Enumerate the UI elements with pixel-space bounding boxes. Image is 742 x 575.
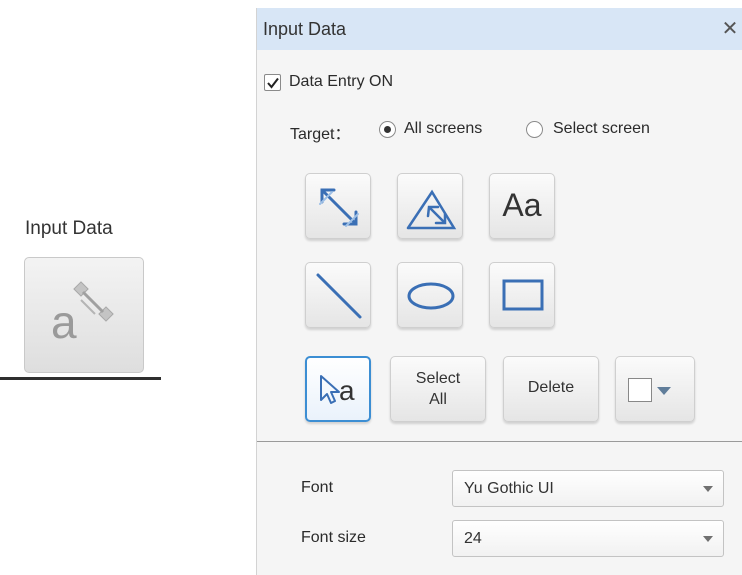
ellipse-icon	[407, 282, 455, 310]
pointer-text-label: a	[339, 375, 355, 406]
target-row: Target： All screens Select screen	[257, 118, 742, 143]
select-all-label: Select All	[391, 368, 485, 410]
select-tool-button[interactable]: a	[305, 356, 371, 422]
text-tool-button[interactable]: Aa	[489, 173, 555, 239]
dimension-tool-button[interactable]	[305, 173, 371, 239]
color-picker-button[interactable]	[615, 356, 695, 422]
font-size-label: Font size	[301, 529, 366, 546]
close-icon[interactable]: ✕	[719, 16, 741, 41]
input-data-icon: a	[51, 281, 114, 348]
color-swatch	[628, 378, 652, 402]
chevron-down-icon	[703, 536, 713, 542]
text-tool-label: Aa	[502, 187, 542, 223]
input-data-ribbon-button[interactable]: a	[24, 257, 144, 373]
font-size-select-value: 24	[464, 530, 482, 547]
panel-title: Input Data	[263, 19, 347, 39]
radio-all-screens-label[interactable]: All screens	[404, 120, 482, 138]
select-all-line1: Select	[415, 370, 461, 387]
ribbon-underline	[0, 377, 161, 380]
line-icon	[316, 273, 362, 319]
radio-select-screen-label[interactable]: Select screen	[553, 120, 650, 138]
font-select[interactable]: Yu Gothic UI	[452, 470, 724, 507]
pointer-icon	[320, 375, 340, 404]
svg-text:a: a	[51, 296, 77, 348]
divider	[257, 441, 742, 442]
font-select-value: Yu Gothic UI	[464, 480, 554, 497]
rectangle-tool-button[interactable]	[489, 262, 555, 328]
input-data-panel: Input Data ✕ Data Entry ON Target： All s…	[256, 8, 742, 575]
radio-select-screen[interactable]	[526, 121, 543, 138]
checkmark-icon	[267, 77, 279, 89]
rectangle-icon	[502, 279, 544, 311]
delete-label: Delete	[527, 379, 575, 396]
delete-button[interactable]: Delete	[503, 356, 599, 422]
line-tool-button[interactable]	[305, 262, 371, 328]
select-all-button[interactable]: Select All	[390, 356, 486, 422]
font-label: Font	[301, 479, 334, 496]
angle-dimension-icon	[406, 189, 457, 230]
data-entry-checkbox[interactable]	[264, 74, 281, 91]
ribbon-input-data-label: Input Data	[25, 218, 113, 239]
panel-header: Input Data ✕	[257, 8, 742, 50]
chevron-down-icon	[657, 387, 671, 395]
select-all-line2: All	[429, 391, 447, 408]
dimension-arrow-icon	[319, 188, 359, 227]
data-entry-label: Data Entry ON	[289, 73, 394, 90]
font-size-select[interactable]: 24	[452, 520, 724, 557]
radio-all-screens[interactable]	[379, 121, 396, 138]
ellipse-tool-button[interactable]	[397, 262, 463, 328]
target-label: Target：	[290, 126, 351, 143]
angle-tool-button[interactable]	[397, 173, 463, 239]
chevron-down-icon	[703, 486, 713, 492]
